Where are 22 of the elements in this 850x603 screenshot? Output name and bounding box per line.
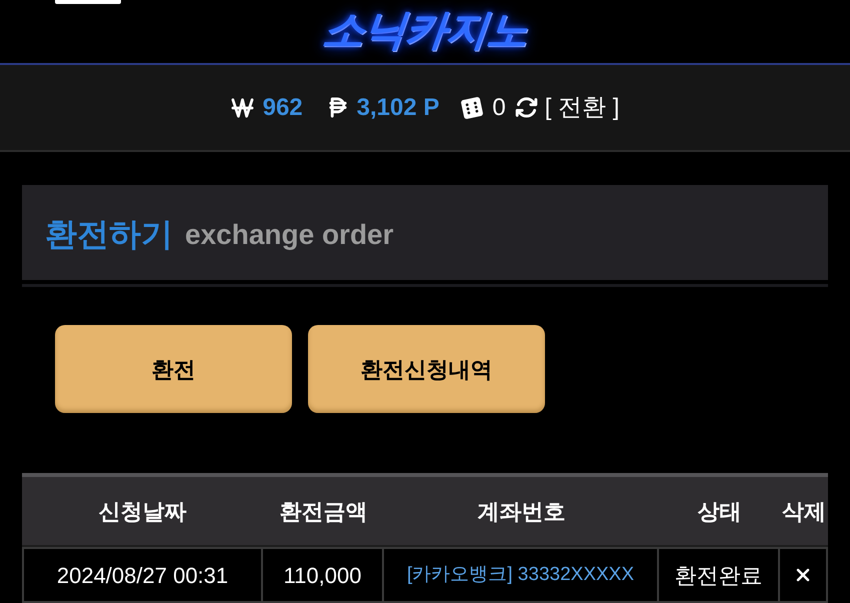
action-button[interactable]: 환전 <box>55 325 292 413</box>
table-cell: 2024/08/27 00:31 <box>22 547 263 603</box>
site-logo[interactable]: 소닉카지노 <box>320 7 530 53</box>
won-sign-icon <box>230 96 254 118</box>
section-subtitle: exchange order <box>185 218 394 252</box>
column-header: 삭제 <box>782 498 826 526</box>
column-header: 환전금액 <box>280 498 368 526</box>
action-button[interactable]: 환전신청내역 <box>308 325 545 413</box>
column-header: 계좌번호 <box>478 498 566 526</box>
table-cell: 110,000 <box>263 547 384 603</box>
refresh-icon[interactable] <box>514 96 538 119</box>
balance-value: 962 <box>262 94 303 122</box>
column-header: 신청날짜 <box>98 498 186 526</box>
peso-sign-icon <box>328 96 348 119</box>
balance-value: 3,102 P <box>356 94 440 122</box>
dice-icon <box>459 94 486 121</box>
account-link[interactable]: [카카오뱅크] 33332XXXXX <box>384 547 659 603</box>
section-title: 환전하기 <box>45 214 173 252</box>
table-cell: 환전완료 <box>659 547 780 603</box>
column-header: 상태 <box>698 498 742 526</box>
convert-link[interactable]: [ 전환 ] <box>544 94 620 122</box>
balance-value: 0 <box>492 94 506 122</box>
